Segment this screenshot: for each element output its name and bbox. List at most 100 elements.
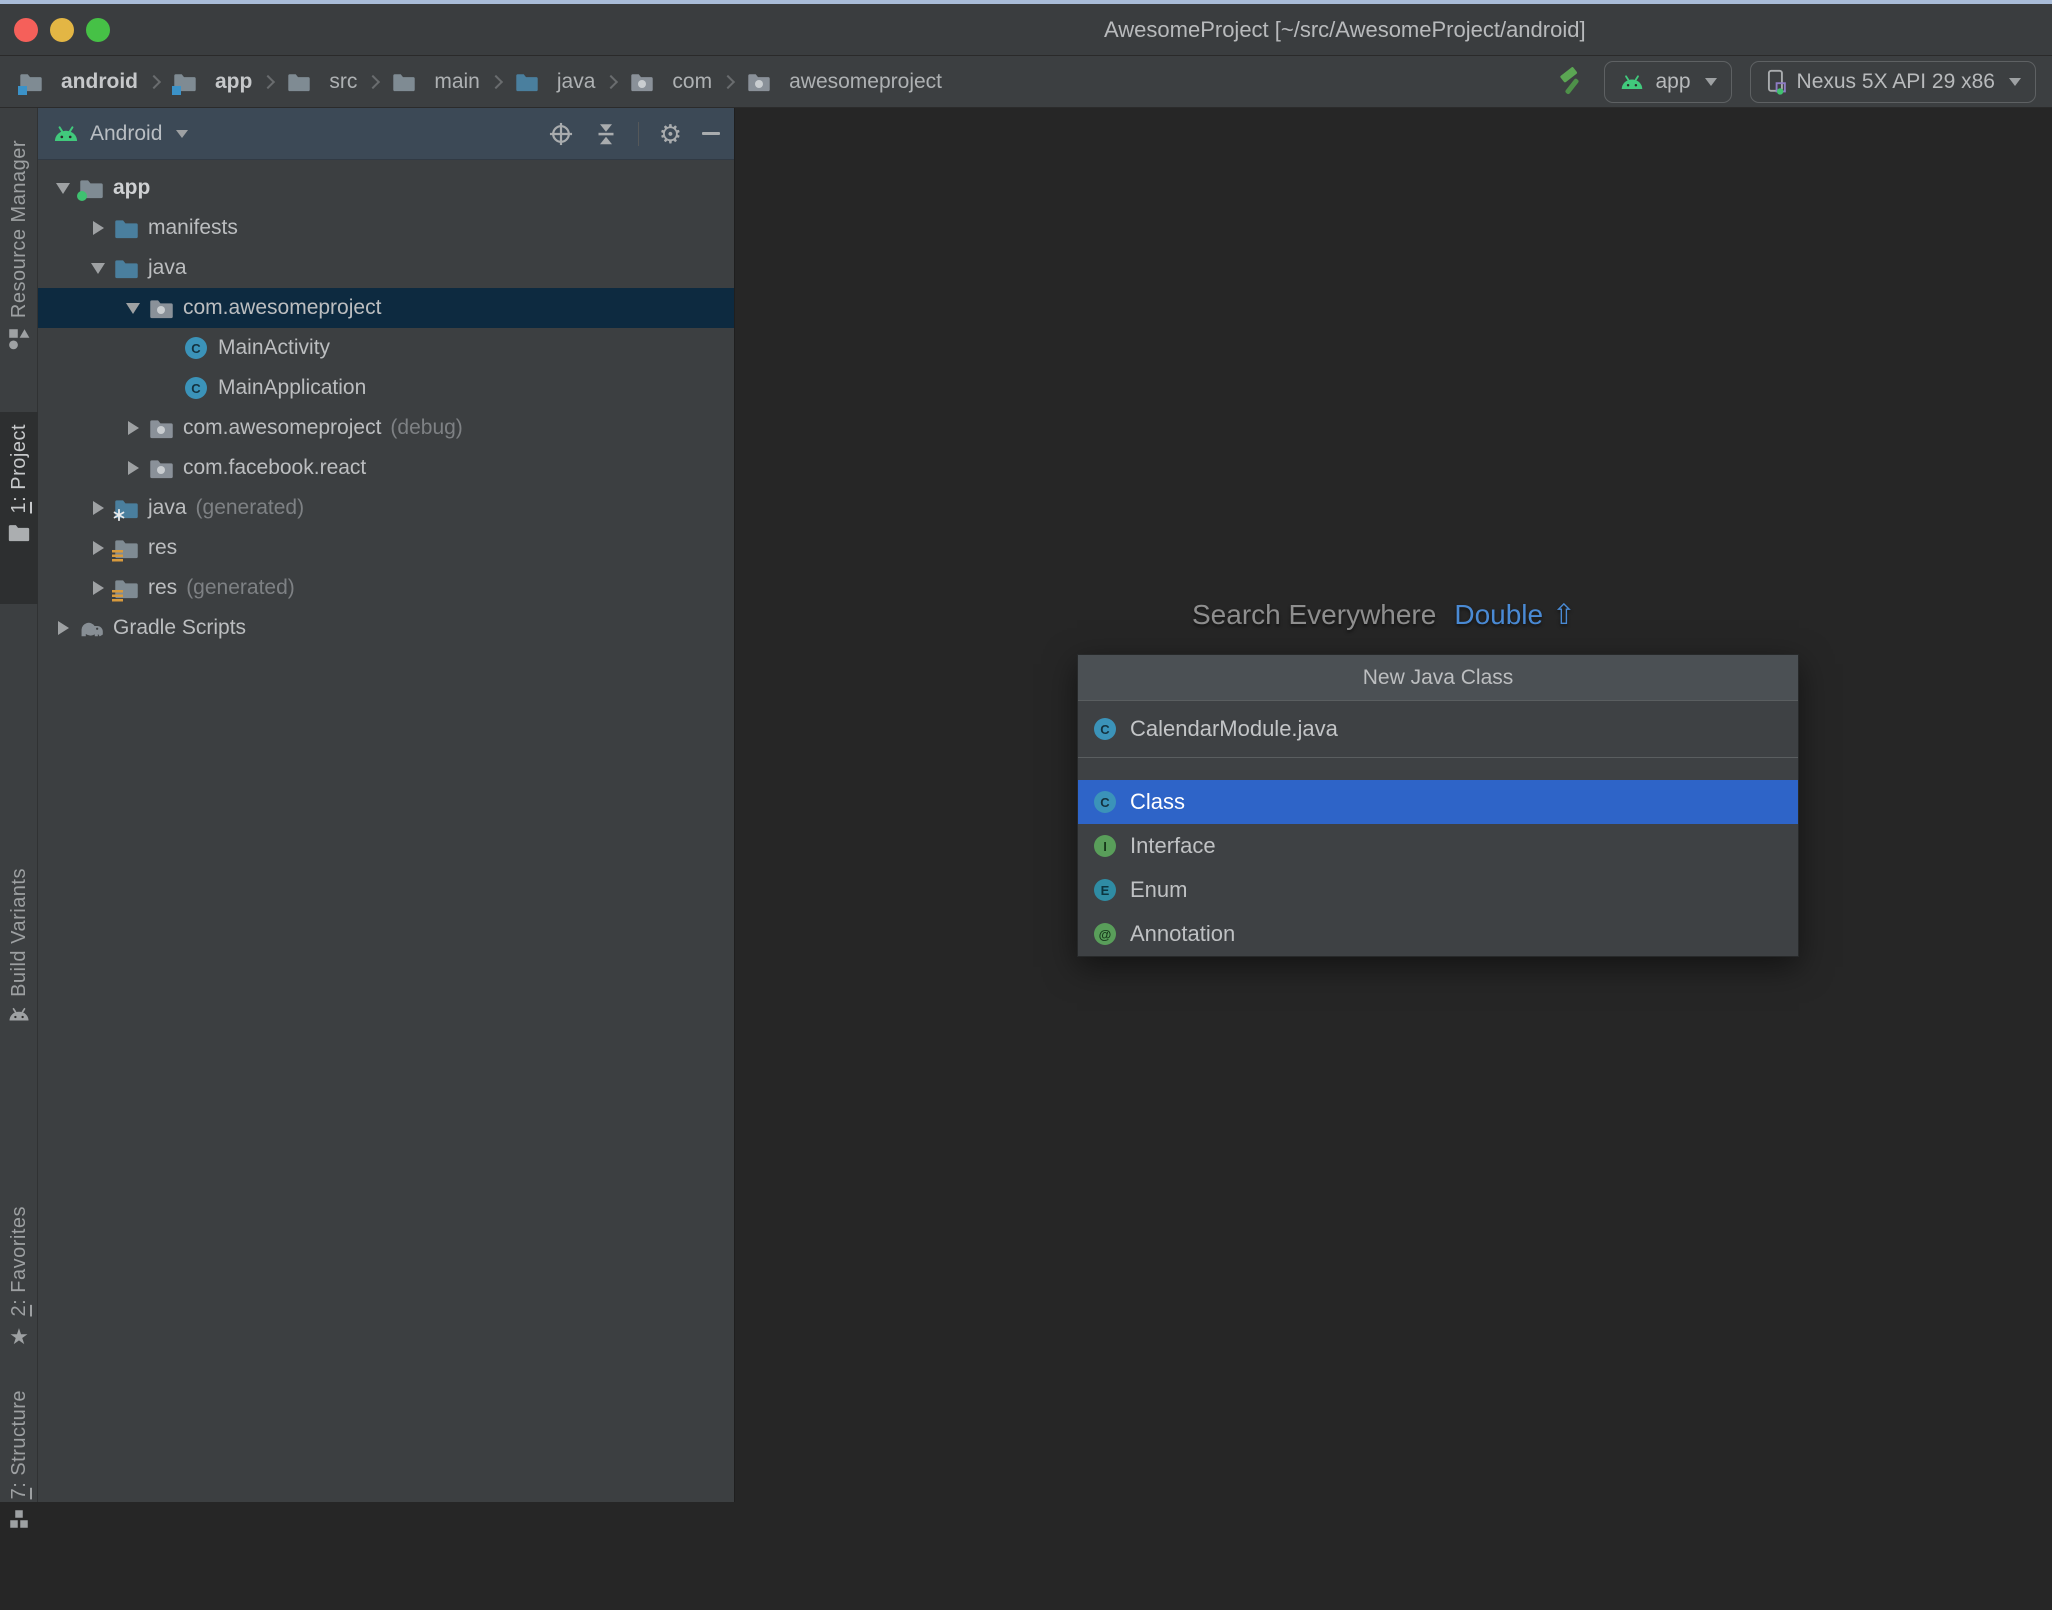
chevron-collapsed-icon[interactable] [118,421,148,435]
package-folder-icon [148,457,174,479]
breadcrumb-item-java[interactable]: java [514,70,595,94]
tree-item-java-generated[interactable]: java (generated) [38,488,734,528]
folder-icon [391,71,417,93]
kind-option-class[interactable]: C Class [1078,780,1798,824]
android-robot-icon [1619,74,1645,91]
breadcrumb-separator-icon [366,74,381,90]
close-window-button[interactable] [14,18,38,42]
res-folder-icon [112,577,139,602]
gradle-elephant-icon [78,617,104,639]
module-folder-icon [172,71,198,95]
chevron-collapsed-icon[interactable] [48,621,78,635]
tree-item-manifests[interactable]: manifests [38,208,734,248]
chevron-down-icon [2009,78,2021,86]
collapse-all-icon[interactable] [594,122,618,146]
chevron-collapsed-icon[interactable] [83,541,113,555]
class-kind-icon: C [1094,791,1116,813]
class-name-value: CalendarModule.java [1130,716,1338,741]
chevron-expanded-icon[interactable] [118,302,148,314]
popup-title: New Java Class [1078,655,1798,701]
chevron-expanded-icon[interactable] [48,182,78,194]
project-folder-icon [8,523,30,542]
annotation-kind-icon: @ [1094,923,1116,945]
window-titlebar: AwesomeProject [~/src/AwesomeProject/and… [0,4,2052,56]
java-class-icon: C [183,377,209,399]
locate-file-icon[interactable] [548,121,574,147]
build-hammer-icon[interactable] [1556,67,1586,97]
source-folder-icon [514,71,540,93]
run-configuration-select[interactable]: app [1604,61,1732,103]
tool-tab-favorites[interactable]: 2: Favorites ★ [0,1206,38,1366]
chevron-down-icon[interactable] [176,129,189,138]
new-java-class-popup: New Java Class C CalendarModule.java C C… [1077,654,1799,957]
popup-spacer [1078,758,1798,780]
chevron-down-icon [1704,78,1717,86]
tool-tab-resource-manager[interactable]: Resource Manager [0,140,38,432]
search-everywhere-hint: Search Everywhere Double ⇧ [1192,598,1576,631]
breadcrumb: android app src main java com awesomepro… [18,56,942,108]
generated-source-folder-icon [113,497,139,521]
device-select[interactable]: Nexus 5X API 29 x86 [1749,61,2036,103]
package-badge [157,306,165,314]
tree-item-java[interactable]: java [38,248,734,288]
navigation-bar: android app src main java com awesomepro… [0,56,2052,108]
active-module-badge [77,191,87,201]
tree-item-gradle-scripts[interactable]: Gradle Scripts [38,608,734,648]
tree-item-res-generated[interactable]: res (generated) [38,568,734,608]
tree-item-com-awesomeproject[interactable]: com.awesomeproject [38,288,734,328]
package-folder-icon [148,417,174,439]
chevron-expanded-icon[interactable] [83,262,113,274]
hide-panel-icon[interactable] [702,132,720,135]
kind-option-annotation[interactable]: @ Annotation [1078,912,1798,956]
module-folder-icon [77,177,104,201]
minimize-window-button[interactable] [50,18,74,42]
breadcrumb-separator-icon [604,74,619,90]
project-view-select[interactable]: Android [90,122,162,146]
breadcrumb-item-android[interactable]: android [18,70,138,95]
kind-option-interface[interactable]: I Interface [1078,824,1798,868]
source-folder-icon [113,217,139,239]
tree-item-res[interactable]: res [38,528,734,568]
kind-option-enum[interactable]: E Enum [1078,868,1798,912]
breadcrumb-separator-icon [146,74,162,90]
tree-item-mainactivity[interactable]: C MainActivity [38,328,734,368]
package-badge [157,426,165,434]
resource-badge [112,590,123,602]
package-folder-icon [746,71,772,93]
tool-tab-build-variants[interactable]: Build Variants [0,868,38,1146]
module-folder-icon [18,71,44,95]
settings-gear-icon[interactable]: ⚙ [659,121,682,147]
chevron-collapsed-icon[interactable] [83,221,113,235]
virtual-device-icon [1765,69,1787,95]
breadcrumb-item-com[interactable]: com [629,70,712,94]
tree-item-mainapplication[interactable]: C MainApplication [38,368,734,408]
interface-kind-icon: I [1094,835,1116,857]
star-icon: ★ [9,1324,29,1350]
resource-badge [112,550,123,562]
breadcrumb-item-awesomeproject[interactable]: awesomeproject [746,70,942,94]
breadcrumb-separator-icon [261,74,276,90]
toolbar-separator [637,121,639,146]
chevron-collapsed-icon[interactable] [83,501,113,515]
package-folder-icon [629,71,655,93]
breadcrumb-item-src[interactable]: src [286,70,357,94]
fullscreen-window-button[interactable] [86,18,110,42]
package-folder-icon [148,297,174,319]
project-panel-header: Android ⚙ [38,108,734,160]
tool-tab-project[interactable]: 1: Project [0,412,38,604]
tree-item-com-awesomeproject-debug[interactable]: com.awesomeproject (debug) [38,408,734,448]
breadcrumb-item-main[interactable]: main [391,70,480,94]
package-badge [157,466,165,474]
tool-tab-structure[interactable]: 7: Structure [0,1390,38,1610]
class-name-input[interactable]: C CalendarModule.java [1078,701,1798,758]
resource-manager-icon [8,328,30,350]
breadcrumb-item-app[interactable]: app [172,70,252,95]
shift-key-icon: ⇧ [1552,599,1576,630]
chevron-collapsed-icon[interactable] [118,461,148,475]
folder-icon [286,71,312,93]
tool-window-stripe: Resource Manager 1: Project Build Varian… [0,108,38,1529]
java-class-icon: C [183,337,209,359]
tree-item-com-facebook-react[interactable]: com.facebook.react [38,448,734,488]
tree-item-app[interactable]: app [38,168,734,208]
chevron-collapsed-icon[interactable] [83,581,113,595]
